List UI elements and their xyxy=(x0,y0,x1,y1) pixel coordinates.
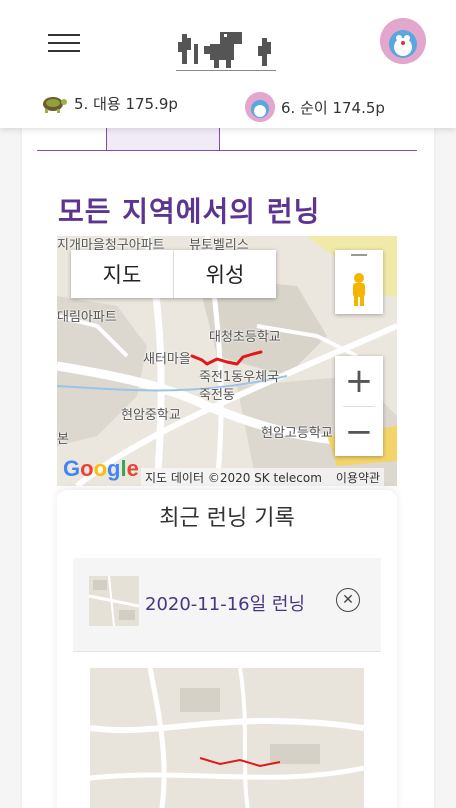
run-record-label: 2020-11-16일 런닝 xyxy=(145,594,306,615)
map-label: 현암고등학교 xyxy=(261,426,333,441)
avatar xyxy=(245,92,275,122)
ranking-label: 5. 대용 175.9p xyxy=(74,94,178,113)
zoom-out-button[interactable]: − xyxy=(335,407,383,457)
active-tab[interactable] xyxy=(106,128,220,151)
map-type-map-button[interactable]: 지도 xyxy=(71,250,173,298)
zoom-control: + − xyxy=(335,356,383,456)
recent-runs-panel: 최근 런닝 기록 2020-11-16일 런닝 ✕ xyxy=(57,490,397,808)
map-label: 본 xyxy=(57,432,69,447)
street-view-pegman-icon[interactable] xyxy=(335,250,383,314)
close-icon[interactable]: ✕ xyxy=(336,588,360,612)
map-attribution: 지도 데이터 ©2020 SK telecom 이용약관 xyxy=(141,468,385,486)
map-label: 새터마을 xyxy=(143,352,191,367)
dinosaur-logo-icon[interactable] xyxy=(176,28,276,72)
google-logo: Google xyxy=(63,456,139,481)
run-record-item[interactable]: 2020-11-16일 런닝 ✕ xyxy=(73,558,381,652)
map-type-satellite-button[interactable]: 위성 xyxy=(174,250,276,298)
map-label: 현암중학교 xyxy=(121,408,181,423)
hamburger-menu-icon[interactable] xyxy=(48,32,80,52)
tab-divider xyxy=(37,150,417,151)
ranking-item-5: 5. 대용 175.9p xyxy=(38,92,178,114)
run-map-preview[interactable] xyxy=(90,668,364,808)
ranking-label: 6. 순이 174.5p xyxy=(281,98,385,117)
turtle-icon xyxy=(43,97,67,113)
running-map[interactable]: 지개마을청구아파트 뷰토벨리스 대림아파트 대청초등학교 새터마을 죽전1동우체… xyxy=(57,236,397,486)
map-terms-link[interactable]: 이용약관 xyxy=(336,469,380,486)
app-header: 5. 대용 175.9p 6. 순이 174.5p xyxy=(0,0,456,128)
map-label: 대청초등학교 xyxy=(209,330,281,345)
map-label: 대림아파트 xyxy=(57,310,117,325)
content-card: 모든 지역에서의 런닝 지개마을청구아파트 뷰토벨리스 대림아파트 대청초등학교… xyxy=(22,128,434,808)
map-label: 죽전동 xyxy=(199,388,235,403)
section-title: 모든 지역에서의 런닝 xyxy=(58,195,321,228)
ranking-item-6: 6. 순이 174.5p xyxy=(245,92,385,122)
map-type-control: 지도 위성 xyxy=(71,250,276,298)
zoom-in-button[interactable]: + xyxy=(335,356,383,406)
profile-avatar[interactable] xyxy=(380,18,426,64)
map-label: 죽전1동우체국 xyxy=(199,370,280,385)
recent-runs-title: 최근 런닝 기록 xyxy=(159,506,295,531)
run-thumbnail xyxy=(89,576,139,626)
map-attribution-text: 지도 데이터 ©2020 SK telecom xyxy=(145,470,322,485)
